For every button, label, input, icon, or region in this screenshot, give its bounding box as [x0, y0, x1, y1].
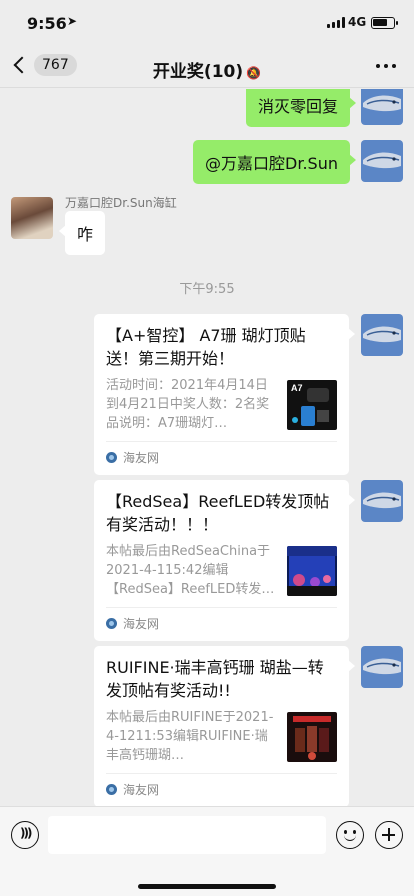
card-source: 海友网: [123, 783, 160, 797]
home-indicator: [138, 884, 276, 889]
avatar-self[interactable]: [361, 89, 403, 125]
card-title: 【RedSea】ReefLED转发顶帖有奖活动！！！: [106, 492, 330, 534]
chat-title: 开业奖(10) 🔕: [0, 57, 414, 82]
card-thumbnail: [287, 712, 337, 762]
card-thumbnail: A7: [287, 380, 337, 430]
avatar-self[interactable]: [361, 140, 403, 182]
link-card[interactable]: RUIFINE·瑞丰高钙珊 瑚盐—转发顶帖有奖活动!! 本帖最后由RUIFINE…: [94, 646, 355, 806]
sender-name: 万嘉口腔Dr.Sun海缸: [65, 196, 177, 210]
svg-text:A7: A7: [291, 383, 303, 393]
mute-bell-icon: 🔕: [246, 66, 262, 80]
card-source: 海友网: [123, 617, 160, 631]
source-logo-icon: [106, 452, 117, 463]
fish-avatar-icon: [363, 95, 401, 112]
card-description: 本帖最后由RedSeaChina于2021-4-115:42编辑【RedSea】…: [106, 544, 275, 597]
card-description: 本帖最后由RUIFINE于2021-4-1211:53编辑RUIFINE·瑞丰高…: [106, 710, 274, 763]
more-dots-icon: [376, 64, 380, 68]
chat-area[interactable]: 消灭零回复 @万嘉口腔Dr.Sun 万嘉口腔Dr.Sun海缸 咋 下午9:55 …: [0, 89, 414, 806]
source-logo-icon: [106, 784, 117, 795]
fish-avatar-icon: [363, 492, 401, 509]
avatar-self[interactable]: [361, 646, 403, 688]
signal-bars-icon: [327, 17, 345, 28]
battery-icon: [371, 17, 398, 29]
link-card[interactable]: 【A+智控】 A7珊 瑚灯顶贴送！第三期开始！ 活动时间：2021年4月14日到…: [94, 314, 355, 475]
voice-icon[interactable]: [11, 821, 39, 849]
message-input[interactable]: [48, 816, 326, 854]
link-card[interactable]: 【RedSea】ReefLED转发顶帖有奖活动！！！ 本帖最后由RedSeaCh…: [94, 480, 355, 641]
avatar-self[interactable]: [361, 480, 403, 522]
card-source: 海友网: [123, 451, 160, 465]
input-bar: [0, 806, 414, 896]
source-logo-icon: [106, 618, 117, 629]
status-time: 9:56: [27, 14, 67, 33]
chat-title-text: 开业奖(10): [152, 62, 244, 82]
fish-avatar-icon: [363, 326, 401, 343]
plus-icon[interactable]: [375, 821, 403, 849]
card-title: 【A+智控】 A7珊 瑚灯顶贴送！第三期开始！: [106, 326, 306, 368]
message-bubble-self[interactable]: @万嘉口腔Dr.Sun: [193, 140, 356, 184]
message-bubble-other[interactable]: 咋: [58, 211, 106, 255]
emoji-icon[interactable]: [336, 821, 364, 849]
timestamp: 下午9:55: [179, 282, 235, 297]
card-description: 活动时间：2021年4月14日到4月21日中奖人数：2名奖品说明：A7珊瑚灯…: [106, 378, 270, 431]
status-bar: 9:56 ➤ 4G: [0, 0, 414, 46]
location-arrow-icon: ➤: [67, 14, 78, 28]
avatar-other[interactable]: [11, 197, 53, 239]
card-thumbnail: [287, 546, 337, 596]
network-type: 4G: [348, 15, 367, 29]
fish-avatar-icon: [363, 152, 401, 169]
message-bubble-self[interactable]: 消灭零回复: [245, 89, 357, 127]
card-title: RUIFINE·瑞丰高钙珊 瑚盐—转发顶帖有奖活动!!: [106, 658, 324, 700]
more-button[interactable]: [376, 64, 396, 68]
fish-avatar-icon: [363, 658, 401, 675]
avatar-self[interactable]: [361, 314, 403, 356]
nav-bar: 767 开业奖(10) 🔕: [0, 46, 414, 88]
